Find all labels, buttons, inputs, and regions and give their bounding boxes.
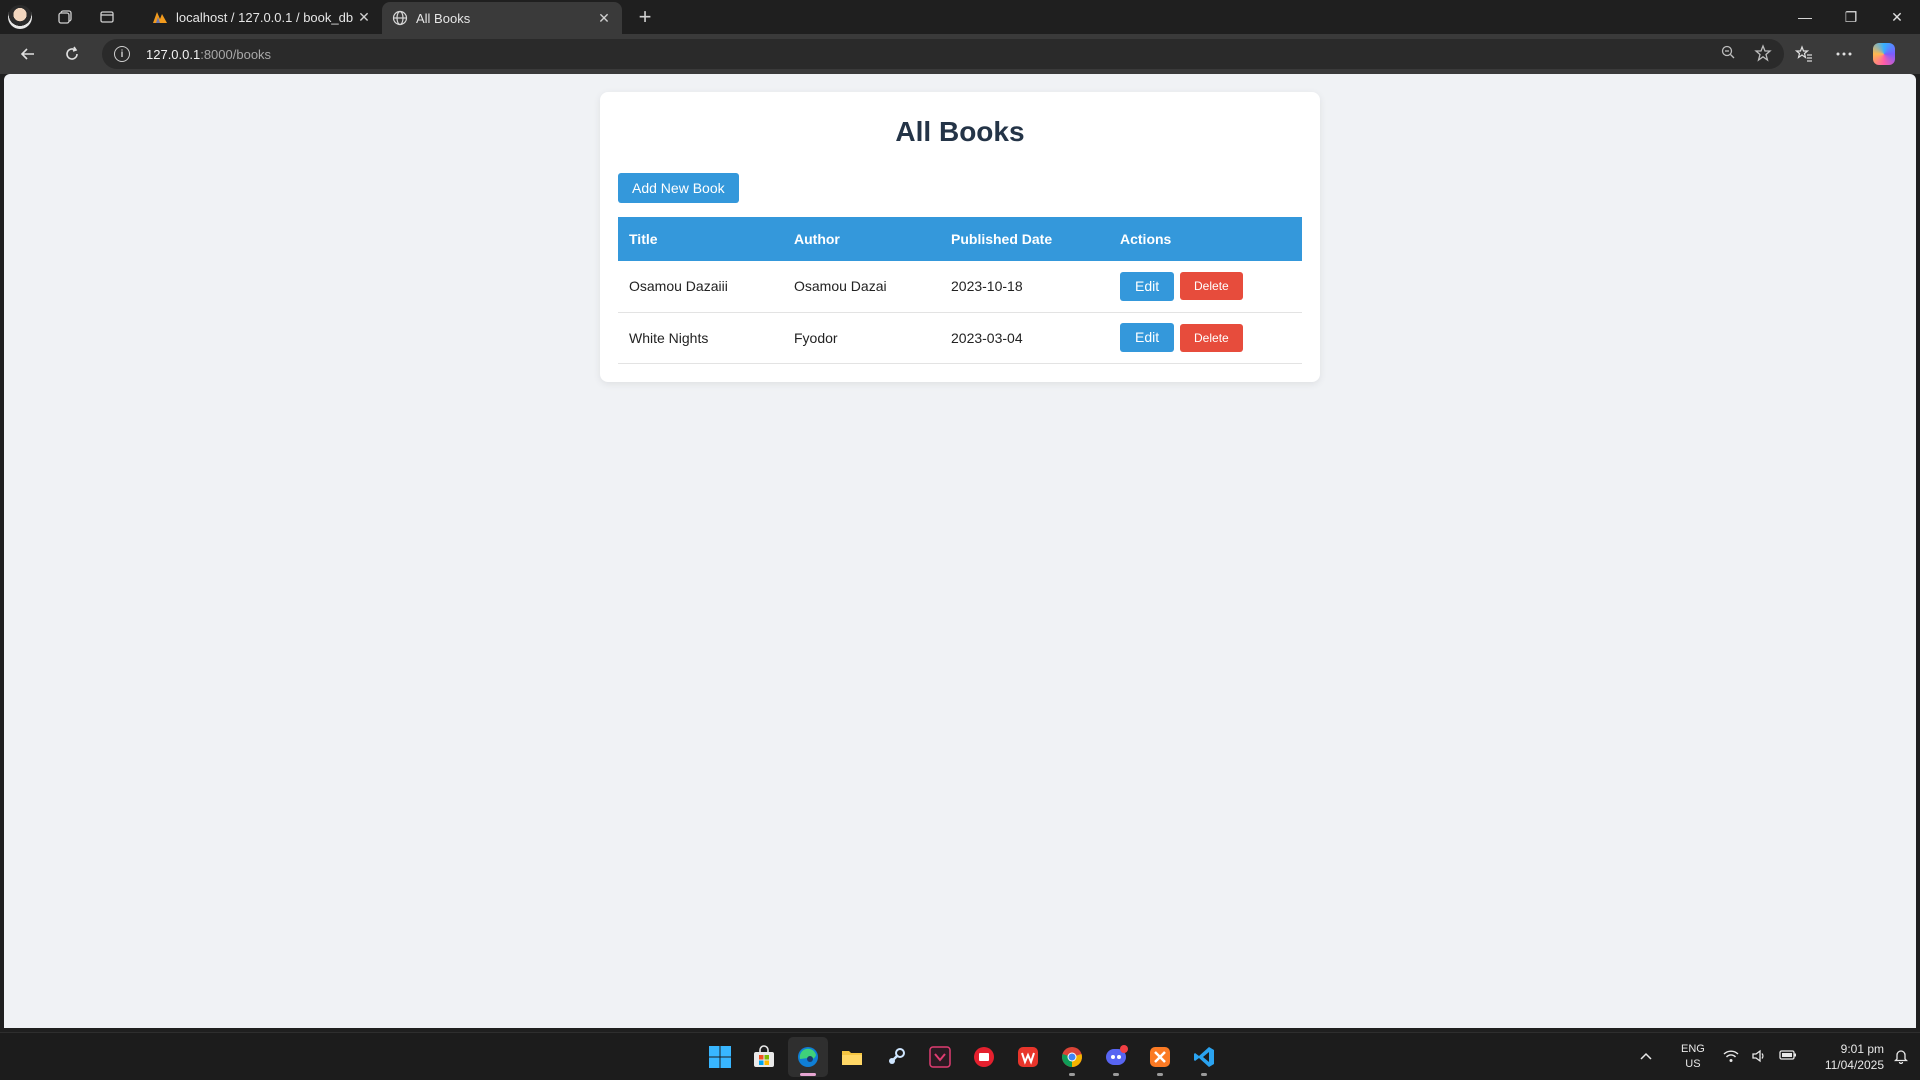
system-status-icons[interactable]	[1723, 1049, 1797, 1066]
book-author-cell: Fyodor	[783, 312, 940, 364]
delete-button[interactable]: Delete	[1180, 272, 1243, 301]
language-code: ENG	[1680, 1043, 1705, 1055]
window-controls: — ❐ ✕	[1782, 0, 1920, 34]
windows-start-icon[interactable]	[700, 1037, 740, 1077]
new-tab-button[interactable]: +	[628, 0, 662, 34]
page-title: All Books	[895, 116, 1025, 147]
wifi-icon	[1723, 1049, 1739, 1066]
table-row: Osamou Dazaiii Osamou Dazai 2023-10-18 E…	[618, 261, 1302, 313]
workspaces-icon[interactable]	[48, 0, 82, 34]
more-options-icon[interactable]	[1824, 34, 1864, 74]
minimize-button[interactable]: —	[1782, 0, 1828, 34]
refresh-button[interactable]	[52, 34, 92, 74]
favorite-star-icon[interactable]	[1754, 43, 1772, 65]
show-hidden-icons-chevron-icon[interactable]	[1639, 1051, 1653, 1064]
table-header-row: Title Author Published Date Actions	[618, 217, 1302, 261]
globe-icon	[392, 10, 408, 26]
browser-toolbar: i 127.0.0.1:8000/books	[0, 34, 1920, 74]
chrome-icon[interactable]	[1052, 1037, 1092, 1077]
volume-icon	[1751, 1049, 1767, 1066]
edit-button[interactable]: Edit	[1120, 271, 1175, 301]
taskbar: ENG US 9:01 pm 11/04/2025	[0, 1032, 1920, 1080]
books-card: All Books Add New Book Title Author Publ…	[600, 92, 1320, 382]
close-window-button[interactable]: ✕	[1874, 0, 1920, 34]
language-indicator[interactable]: ENG US	[1681, 1042, 1705, 1072]
favorites-icon[interactable]	[1784, 34, 1824, 74]
xampp-icon[interactable]	[1140, 1037, 1180, 1077]
address-bar[interactable]: i 127.0.0.1:8000/books	[102, 39, 1784, 69]
clock[interactable]: 9:01 pm 11/04/2025	[1825, 1041, 1884, 1073]
url-path: :8000/books	[200, 46, 272, 62]
actions-cell: Edit Delete	[1109, 312, 1302, 364]
file-explorer-icon[interactable]	[832, 1037, 872, 1077]
table-row: White Nights Fyodor 2023-03-04 Edit Dele…	[618, 312, 1302, 364]
vscode-icon[interactable]	[1184, 1037, 1224, 1077]
book-title-cell: Osamou Dazaiii	[618, 261, 783, 313]
book-published-cell: 2023-03-04	[940, 312, 1109, 364]
clock-time: 9:01 pm	[1840, 1042, 1884, 1056]
site-info-icon[interactable]: i	[114, 46, 130, 62]
zoom-icon[interactable]	[1720, 44, 1736, 65]
column-header-author: Author	[783, 217, 940, 261]
wps-icon[interactable]	[1008, 1037, 1048, 1077]
actions-cell: Edit Delete	[1109, 261, 1302, 313]
copilot-button[interactable]	[1864, 34, 1904, 74]
discord-icon[interactable]	[1096, 1037, 1136, 1077]
tab-strip: localhost / 127.0.0.1 / book_db / b ✕ Al…	[0, 0, 1920, 34]
column-header-actions: Actions	[1109, 217, 1302, 261]
browser-window: localhost / 127.0.0.1 / book_db / b ✕ Al…	[0, 0, 1920, 1080]
books-table: Title Author Published Date Actions Osam…	[618, 217, 1302, 364]
steam-icon[interactable]	[876, 1037, 916, 1077]
edge-icon[interactable]	[788, 1037, 828, 1077]
copilot-icon	[1873, 43, 1895, 65]
close-tab-icon[interactable]: ✕	[356, 9, 372, 26]
back-button[interactable]	[8, 34, 48, 74]
add-new-book-button[interactable]: Add New Book	[618, 173, 739, 203]
book-author-cell: Osamou Dazai	[783, 261, 940, 313]
tab-title: localhost / 127.0.0.1 / book_db / b	[176, 9, 356, 25]
app-icon[interactable]	[964, 1037, 1004, 1077]
column-header-published-date: Published Date	[940, 217, 1109, 261]
url-host: 127.0.0.1	[146, 46, 201, 62]
restore-button[interactable]: ❐	[1828, 0, 1874, 34]
delete-button[interactable]: Delete	[1180, 323, 1243, 352]
notifications-bell-icon[interactable]	[1893, 1048, 1909, 1067]
battery-icon	[1779, 1049, 1797, 1066]
close-tab-icon[interactable]: ✕	[596, 10, 612, 27]
book-published-cell: 2023-10-18	[940, 261, 1109, 313]
page-viewport: All Books Add New Book Title Author Publ…	[4, 74, 1916, 1028]
store-icon[interactable]	[744, 1037, 784, 1077]
clock-date: 11/04/2025	[1824, 1058, 1884, 1072]
system-tray: ENG US 9:01 pm 11/04/2025	[1639, 1033, 1909, 1080]
tab-phpmyadmin[interactable]: localhost / 127.0.0.1 / book_db / b ✕	[142, 0, 382, 34]
taskbar-apps	[700, 1037, 1224, 1077]
tab-actions-icon[interactable]	[90, 0, 124, 34]
book-title-cell: White Nights	[618, 312, 783, 364]
app-icon[interactable]	[920, 1037, 960, 1077]
column-header-title: Title	[618, 217, 783, 261]
keyboard-region: US	[1685, 1058, 1701, 1070]
phpmyadmin-icon	[152, 9, 168, 25]
edit-button[interactable]: Edit	[1120, 323, 1175, 352]
profile-avatar[interactable]	[8, 5, 32, 29]
tab-title: All Books	[416, 10, 471, 26]
tab-all-books[interactable]: All Books ✕	[382, 2, 622, 34]
